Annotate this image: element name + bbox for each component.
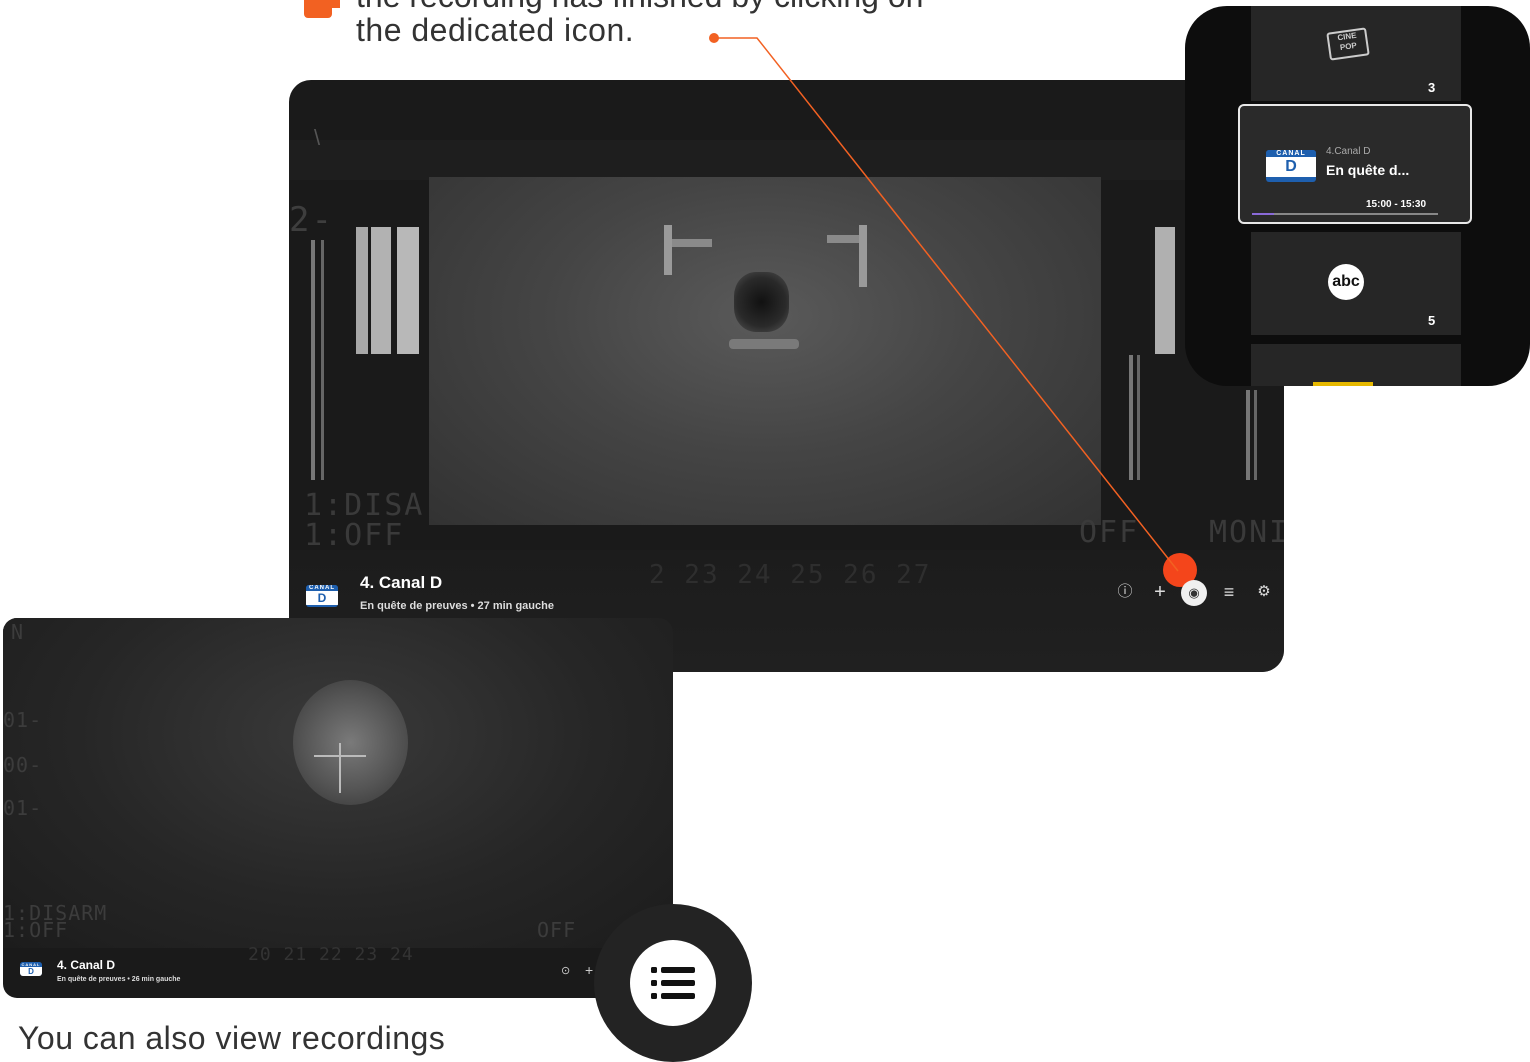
video-hud-text: 20 21 22 23 24 — [248, 944, 414, 965]
target-post — [859, 225, 867, 287]
program-subtitle: En quête de preuves • 26 min gauche — [57, 976, 181, 983]
guide-card-progress-fill — [1252, 213, 1275, 215]
guide-channel-number: 5 — [1428, 313, 1436, 328]
caption-marker-tab — [332, 0, 340, 8]
target-post-arm — [672, 239, 712, 247]
video-hud-text: 01- — [3, 708, 43, 732]
guide-channel-row[interactable] — [1251, 344, 1461, 386]
bottom-caption: You can also view recordings — [18, 1020, 446, 1056]
cinepop-logo: CINE POP — [1326, 27, 1370, 61]
video-hud-bar — [321, 240, 324, 480]
video-hud-text: 1:OFF — [3, 918, 69, 942]
canal-d-logo: CANAL D — [20, 962, 42, 976]
video-hud-text: 01- — [3, 796, 43, 820]
guide-selected-channel-card[interactable]: CANAL D 4.Canal D En quête d... 15:00 - … — [1238, 104, 1472, 224]
canal-d-logo: CANAL D — [306, 585, 338, 607]
recordings-icon[interactable]: ◉ — [1181, 580, 1207, 606]
video-hud-bar — [1137, 355, 1140, 480]
caption-marker — [304, 0, 332, 18]
add-icon[interactable]: + — [585, 962, 593, 978]
guide-channel-number: 3 — [1428, 80, 1436, 95]
video-frame — [429, 177, 1101, 525]
video-hud-bar — [1155, 227, 1175, 354]
guide-card-title: En quête d... — [1326, 162, 1410, 178]
list-icon[interactable] — [651, 965, 695, 1001]
video-hud-bar — [1246, 390, 1250, 480]
video-hud-bar — [371, 227, 391, 354]
target-post — [664, 225, 672, 275]
video-noise-band — [289, 140, 1284, 180]
video-hud-bar — [1129, 355, 1133, 480]
channel-name: 4. Canal D — [360, 573, 443, 592]
small-video-frame: N 01- 00- 01- 1:DISARM 1:OFF OFF — [3, 618, 673, 948]
program-subtitle: En quête de preuves • 27 min gauche — [360, 600, 554, 612]
video-hud-text: 00- — [3, 753, 43, 777]
video-hud-text: N — [11, 620, 25, 644]
top-caption-line-2: the dedicated icon. — [356, 12, 635, 48]
main-video-player[interactable]: \ 2- 1:DISA 1:OFF OFF MONI 2 23 24 25 26… — [289, 80, 1284, 672]
guide-highlight — [1313, 382, 1373, 386]
thermal-target — [734, 272, 789, 332]
video-hud-bar — [1254, 390, 1257, 480]
settings-icon[interactable]: ⚙ — [1253, 581, 1275, 603]
guide-card-time: 15:00 - 15:30 — [1366, 199, 1427, 210]
thermal-blob — [293, 680, 408, 805]
add-icon[interactable]: + — [1149, 581, 1171, 603]
guide-card-progress-bar — [1252, 213, 1438, 215]
list-icon[interactable]: ≡ — [1218, 581, 1240, 603]
info-icon[interactable]: ⊙ — [561, 964, 570, 977]
video-hud-text: OFF — [1079, 515, 1140, 550]
guide-card-channel: 4.Canal D — [1326, 146, 1371, 157]
channel-name: 4. Canal D — [57, 958, 116, 972]
video-hud-bar — [356, 227, 368, 354]
channel-guide-zoom: CINE POP 3 CANAL D 4.Canal D En quête d.… — [1185, 6, 1530, 386]
video-hud-mark: \ — [314, 125, 321, 150]
abc-logo: abc — [1328, 264, 1364, 300]
video-hud-text: OFF — [537, 918, 577, 942]
video-hud-text: MONI — [1209, 515, 1284, 550]
thermal-target-base — [729, 339, 799, 349]
video-hud-number: 2- — [289, 200, 334, 240]
video-hud-bar — [397, 227, 419, 354]
video-hud-bar — [311, 240, 315, 480]
info-icon[interactable]: ⓘ — [1114, 581, 1136, 603]
target-post-arm — [827, 235, 859, 243]
crosshair-vertical — [339, 743, 341, 793]
video-hud-text: 1:OFF — [304, 518, 405, 553]
small-video-player[interactable]: N 01- 00- 01- 1:DISARM 1:OFF OFF 20 21 2… — [3, 618, 673, 998]
canal-d-logo: CANAL D — [1266, 150, 1316, 182]
video-hud-text: 2 23 24 25 26 27 — [649, 560, 932, 590]
annotation-dot — [709, 33, 719, 43]
